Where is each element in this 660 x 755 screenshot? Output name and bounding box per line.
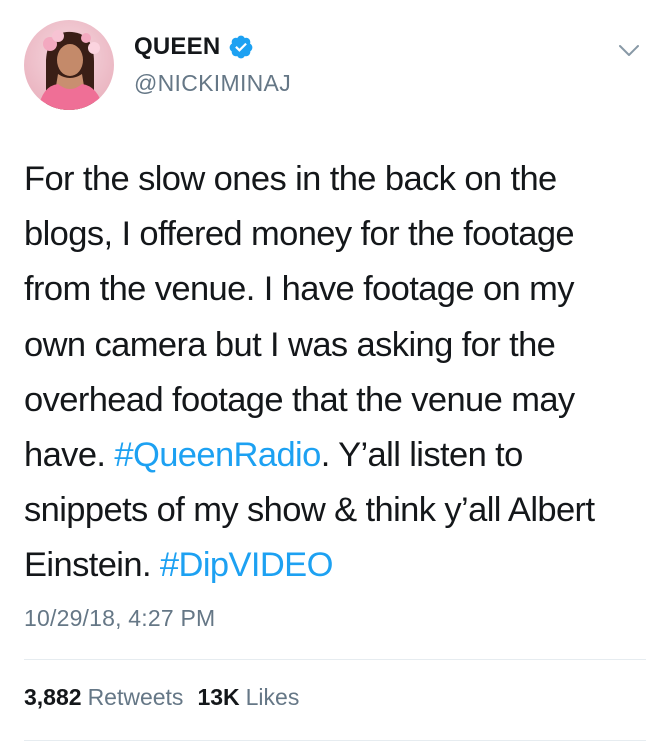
likes-stat[interactable]: 13K Likes xyxy=(197,684,299,711)
verified-badge-icon xyxy=(228,34,254,60)
tweet-text: For the slow ones in the back on the blo… xyxy=(24,152,644,594)
tweet-card: QUEEN @NICKIMINAJ For the slow ones in t… xyxy=(0,0,660,755)
chevron-down-icon[interactable] xyxy=(618,44,640,58)
divider xyxy=(24,740,646,741)
display-name[interactable]: QUEEN xyxy=(134,33,220,61)
divider xyxy=(24,659,646,660)
retweets-label: Retweets xyxy=(87,684,184,710)
tweet-timestamp[interactable]: 10/29/18, 4:27 PM xyxy=(24,605,215,632)
hashtag-link-dipvideo[interactable]: #DipVIDEO xyxy=(160,546,334,584)
likes-label: Likes xyxy=(245,684,300,710)
likes-count: 13K xyxy=(197,684,240,710)
hashtag-link-queenradio[interactable]: #QueenRadio xyxy=(114,436,321,474)
avatar[interactable] xyxy=(24,20,114,110)
retweets-stat[interactable]: 3,882 Retweets xyxy=(24,684,183,711)
engagement-stats: 3,882 Retweets 13K Likes xyxy=(24,684,299,711)
user-handle[interactable]: @NICKIMINAJ xyxy=(134,70,291,97)
avatar-image xyxy=(24,20,114,110)
retweets-count: 3,882 xyxy=(24,684,82,710)
tweet-text-segment: For the slow ones in the back on the blo… xyxy=(24,160,575,475)
name-row: QUEEN xyxy=(134,33,254,61)
